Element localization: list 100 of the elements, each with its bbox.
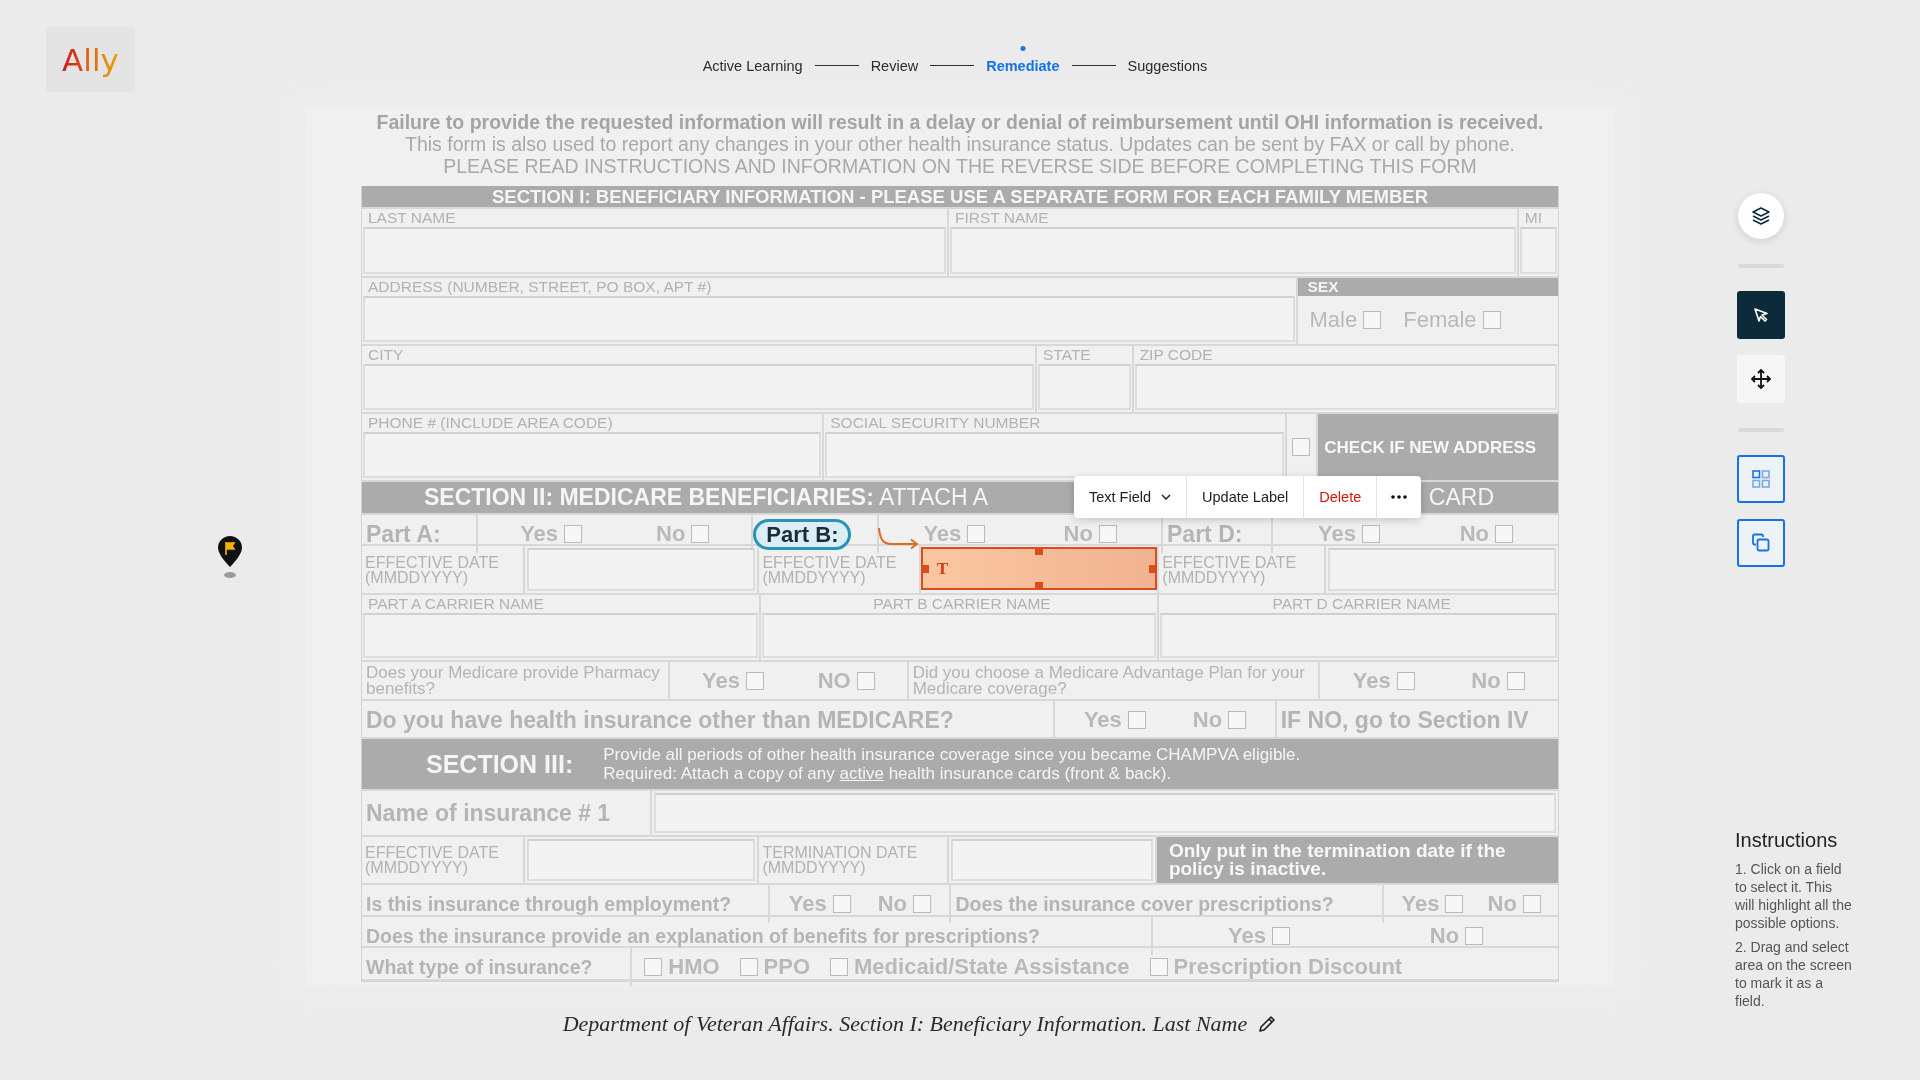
field-label: CITY	[367, 346, 405, 364]
pointer-icon	[1751, 305, 1771, 325]
question-text: What type of insurance?	[366, 955, 594, 979]
note-text: CHECK IF NEW ADDRESS	[1323, 437, 1538, 457]
grid-view-button[interactable]	[1737, 455, 1785, 503]
question-text: Does the insurance cover prescriptions?	[955, 892, 1335, 916]
field-label: FIRST NAME	[954, 209, 1050, 227]
field-label: MI	[1523, 209, 1544, 227]
checkbox[interactable]	[1495, 525, 1514, 543]
field-label: SOCIAL SECURITY NUMBER	[829, 414, 1042, 432]
section-note: Provide all periods of other health insurance coverage since you became CHAMPVA eligible.	[603, 745, 1301, 764]
question-text: Part D:	[1167, 520, 1244, 548]
checkbox[interactable]	[1149, 958, 1168, 976]
checkbox[interactable]	[1361, 525, 1380, 543]
checkbox[interactable]	[1482, 311, 1501, 329]
input-field[interactable]	[1134, 364, 1557, 410]
checkbox[interactable]	[1272, 927, 1291, 945]
input-field[interactable]	[653, 793, 1556, 833]
checkbox[interactable]	[967, 525, 986, 543]
field-label: STATE	[1042, 346, 1092, 364]
input-field[interactable]	[363, 613, 758, 658]
step-tab[interactable]: Active Learning	[702, 58, 803, 74]
checkbox[interactable]	[1396, 672, 1415, 690]
question-text: Name of insurance # 1	[366, 799, 612, 827]
checkbox[interactable]	[1228, 711, 1247, 729]
note-text: Only put in the termination date if the policy is inactive.	[1167, 842, 1507, 878]
question-text: Part A:	[366, 520, 442, 548]
field-label: PHONE # (INCLUDE AREA CODE)	[367, 414, 614, 432]
input-field[interactable]	[363, 364, 1035, 410]
update-label-button[interactable]: Update Label	[1187, 476, 1305, 518]
input-field[interactable]	[951, 839, 1153, 881]
pencil-icon[interactable]	[1257, 1013, 1278, 1034]
field-label: TERMINATION DATE (MMDDYYYY)	[761, 845, 919, 875]
field-label: LAST NAME	[367, 209, 457, 227]
field-label: ZIP CODE	[1138, 346, 1214, 364]
field-label: EFFECTIVE DATE (MMDDYYYY)	[761, 554, 898, 585]
layers-button[interactable]	[1738, 193, 1784, 239]
move-tool-button[interactable]	[1737, 355, 1785, 403]
input-field[interactable]	[1519, 227, 1557, 274]
pointer-tool-button[interactable]	[1737, 291, 1785, 339]
more-icon	[1391, 495, 1408, 499]
checkbox[interactable]	[830, 958, 849, 976]
question-text: IF NO, go to Section IV	[1280, 706, 1530, 734]
instruction-text: 1. Click on a field to select it. This will highlight all the possible options.	[1735, 860, 1853, 932]
checkbox[interactable]	[1506, 672, 1525, 690]
instruction-text: 2. Drag and select area on the screen to mark it as a field.	[1735, 938, 1853, 1010]
input-field[interactable]	[363, 296, 1295, 342]
question-text: Does your Medicare provide Pharmacy benefits?	[366, 665, 661, 697]
section-note: Required: Attach a copy of any active health insurance cards (front & back).	[603, 764, 1173, 783]
input-field[interactable]	[1160, 613, 1557, 658]
section-heading: SECTION I: BENEFICIARY INFORMATION - PLEASE USE A SEPARATE FORM FOR EACH FAMILY MEMBER	[492, 185, 1428, 208]
resize-handle[interactable]	[920, 564, 929, 573]
field-label: EFFECTIVE DATE (MMDDYYYY)	[1161, 554, 1298, 585]
checkbox[interactable]	[913, 895, 931, 913]
checkbox[interactable]	[644, 958, 663, 976]
step-tab[interactable]: Review	[870, 58, 919, 74]
input-field[interactable]	[825, 432, 1284, 478]
step-tab[interactable]: Suggestions	[1127, 58, 1208, 74]
input-field[interactable]	[363, 227, 946, 274]
input-field[interactable]	[1038, 364, 1131, 410]
input-field[interactable]	[761, 613, 1157, 658]
copy-button[interactable]	[1737, 519, 1785, 567]
field-caption: Department of Veteran Affairs. Section I: Beneficiary Information. Last Name	[562, 1010, 1248, 1037]
checkbox[interactable]	[564, 525, 583, 543]
checkbox[interactable]	[1292, 438, 1311, 456]
checkbox[interactable]	[1363, 311, 1382, 329]
step-tab[interactable]: Remediate	[986, 46, 1060, 74]
checkbox[interactable]	[1127, 711, 1146, 729]
delete-button[interactable]: Delete	[1304, 476, 1378, 518]
checkbox[interactable]	[1098, 525, 1117, 543]
checkbox[interactable]	[691, 525, 710, 543]
checkbox[interactable]	[1465, 927, 1484, 945]
field-type-dropdown[interactable]: Text Field	[1074, 476, 1188, 518]
notice-text: This form is also used to report any changes in your other health insurance status. Updates can be sent by FAX or call by phone.	[404, 133, 1516, 155]
checkbox[interactable]	[739, 958, 758, 976]
checkbox[interactable]	[1445, 895, 1464, 913]
resize-handle[interactable]	[1149, 564, 1158, 573]
resize-handle[interactable]	[1035, 582, 1044, 590]
field-label: PART B CARRIER NAME	[872, 595, 1052, 613]
field-label: ADDRESS (NUMBER, STREET, PO BOX, APT #)	[367, 278, 713, 296]
checkbox[interactable]	[745, 672, 764, 690]
field-type-glyph: T	[936, 558, 949, 579]
checkbox[interactable]	[856, 672, 875, 690]
notice-text: PLEASE READ INSTRUCTIONS AND INFORMATION ON THE REVERSE SIDE BEFORE COMPLETING THIS FORM	[442, 155, 1478, 177]
input-field[interactable]	[363, 432, 822, 478]
input-field[interactable]	[526, 839, 756, 881]
linked-label[interactable]: Part B:	[753, 518, 852, 550]
flag-pin-icon[interactable]	[217, 535, 243, 579]
resize-handle[interactable]	[1035, 547, 1044, 555]
field-label: PART A CARRIER NAME	[367, 595, 545, 613]
section-heading: SECTION II: MEDICARE BENEFICIARIES: ATTACH A	[424, 484, 988, 511]
checkbox[interactable]	[1522, 895, 1541, 913]
question-text: Does the insurance provide an explanation of benefits for prescriptions?	[366, 924, 1041, 948]
field-label: EFFECTIVE DATE (MMDDYYYY)	[364, 845, 500, 875]
checkbox[interactable]	[832, 895, 851, 913]
input-field[interactable]	[950, 227, 1516, 274]
copy-icon	[1750, 532, 1772, 554]
input-field[interactable]	[526, 548, 756, 591]
input-field[interactable]	[1327, 548, 1556, 591]
question-text: Did you choose a Medicare Advantage Plan for your Medicare coverage?	[912, 665, 1306, 697]
